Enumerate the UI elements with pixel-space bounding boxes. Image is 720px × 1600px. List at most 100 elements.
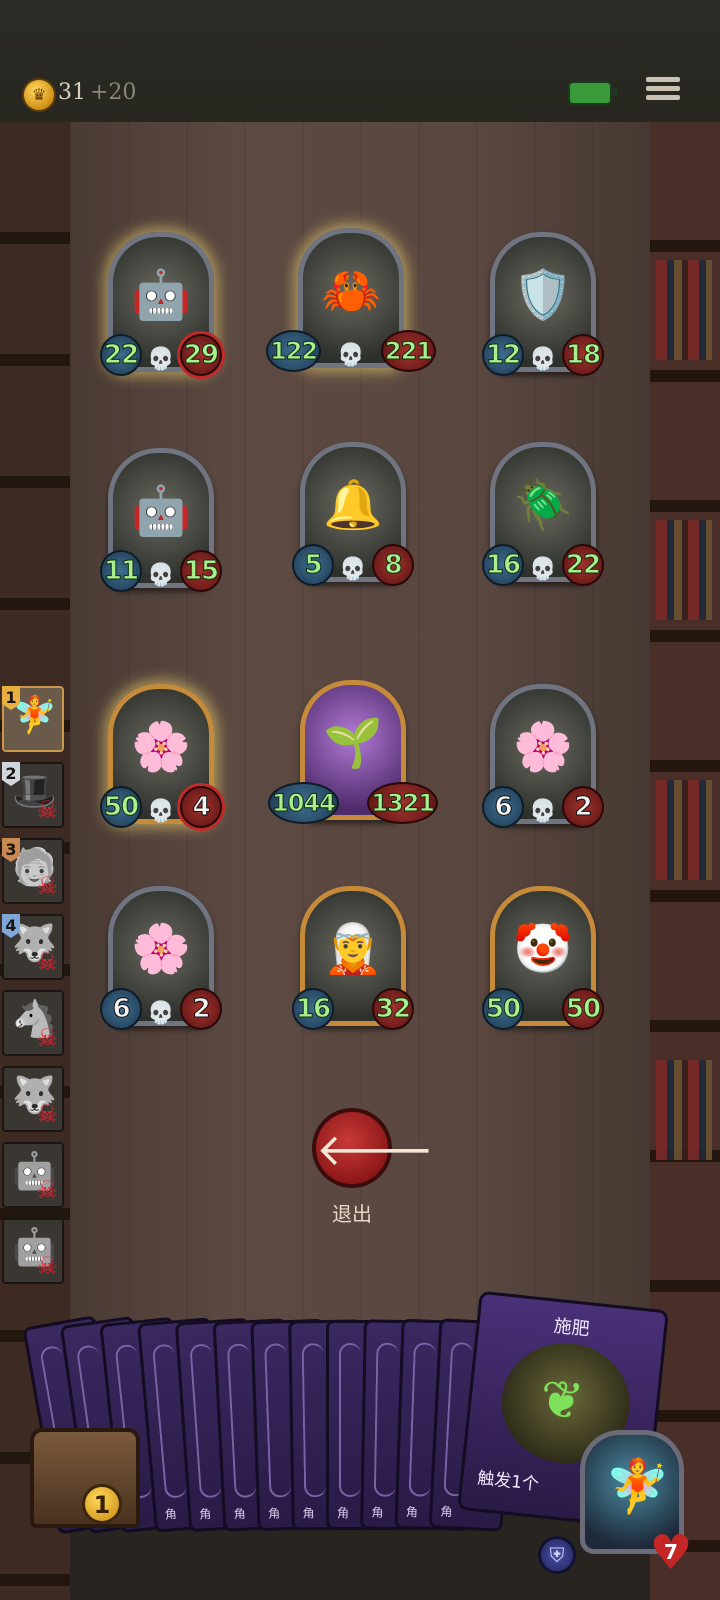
health-stat: 32: [372, 988, 414, 1030]
creature-card[interactable]: 🌱 1044 1321: [268, 680, 438, 830]
card-footer-text: 角: [233, 1506, 247, 1522]
health-stat: 18: [562, 334, 604, 376]
creature-portrait: 🌸: [131, 921, 191, 977]
health-stat: 221: [380, 330, 436, 372]
skull-icon: 💀: [339, 557, 367, 582]
dead-skull-icon: ☠: [36, 1252, 58, 1280]
attack-stat: 16: [292, 988, 334, 1030]
attack-stat: 6: [100, 988, 142, 1030]
creature-card[interactable]: 🌸 6 2 💀: [482, 684, 604, 834]
attack-stat: 22: [100, 334, 142, 376]
creature-portrait: 🌱: [323, 715, 383, 771]
top-bar: ♛ 31 +20: [0, 0, 720, 124]
shield-icon: ⛨: [538, 1536, 576, 1574]
card-footer-text: 角: [302, 1506, 315, 1521]
exit-button[interactable]: 🡐: [312, 1108, 434, 1188]
books-decoration: [656, 1060, 712, 1160]
skull-icon: 💀: [147, 563, 175, 588]
attack-stat: 12: [482, 334, 524, 376]
turn-order-slot[interactable]: 🤖 ☠: [2, 1218, 64, 1284]
attack-stat: 50: [482, 988, 524, 1030]
health-stat: 22: [562, 544, 604, 586]
hero-hp: 7: [664, 1540, 678, 1564]
turn-order-slot[interactable]: 🎩 ☠ 2: [2, 762, 64, 828]
creature-card[interactable]: 🧝 16 32: [292, 886, 414, 1036]
exit-label: 退出: [332, 1202, 372, 1226]
health-stat: 15: [180, 550, 222, 592]
creature-card[interactable]: 🔔 5 8 💀: [292, 442, 414, 592]
books-decoration: [656, 260, 712, 360]
books-decoration: [656, 520, 712, 620]
skull-icon: 💀: [147, 799, 175, 824]
deck-count-badge: 1: [82, 1484, 122, 1524]
card-footer-text: 角: [440, 1504, 453, 1520]
dead-skull-icon: ☠: [36, 796, 58, 824]
turn-order-slot[interactable]: 🐴 ☠: [2, 990, 64, 1056]
creature-card[interactable]: 🪲 16 22 💀: [482, 442, 604, 592]
heart-icon: ♥ 7: [649, 1525, 693, 1581]
coin-bonus: +20: [90, 80, 137, 105]
creature-portrait: 🔔: [323, 477, 383, 533]
card-footer-text: 角: [164, 1506, 178, 1522]
creature-card[interactable]: 🤖 11 15 💀: [100, 448, 222, 598]
health-stat: 50: [562, 988, 604, 1030]
attack-stat: 1044: [268, 782, 339, 824]
turn-order-slot[interactable]: 🐺 ☠ 4: [2, 914, 64, 980]
skull-icon: 💀: [529, 799, 557, 824]
dead-skull-icon: ☠: [36, 1176, 58, 1204]
turn-order-slot[interactable]: 🐺 ☠: [2, 1066, 64, 1132]
creature-portrait: 🧝: [323, 921, 383, 977]
card-title: 施肥: [552, 1315, 591, 1341]
dead-skull-icon: ☠: [36, 948, 58, 976]
health-stat: 29: [180, 334, 222, 376]
card-footer-text: 角: [267, 1506, 281, 1521]
books-decoration: [656, 780, 712, 880]
attack-stat: 5: [292, 544, 334, 586]
card-footer-text: 角: [198, 1506, 212, 1522]
skull-icon: 💀: [147, 347, 175, 372]
health-stat: 8: [372, 544, 414, 586]
turn-order-slot[interactable]: 🤖 ☠: [2, 1142, 64, 1208]
attack-stat: 6: [482, 786, 524, 828]
creature-portrait: 🦀: [321, 263, 381, 319]
creature-portrait: 🪲: [513, 477, 573, 533]
sprout-icon: ❦: [536, 1368, 587, 1433]
creature-card[interactable]: 🤡 50 50: [482, 886, 604, 1036]
health-stat: 2: [562, 786, 604, 828]
turn-order-slot[interactable]: 🧓 ☠ 3: [2, 838, 64, 904]
card-trigger-text: 触发1个: [476, 1468, 540, 1495]
creature-portrait: 🤖: [131, 267, 191, 323]
dead-skull-icon: ☠: [36, 872, 58, 900]
creature-portrait: 🤖: [131, 483, 191, 539]
skull-icon: 💀: [147, 1001, 175, 1026]
creature-portrait: 🌸: [131, 719, 191, 775]
card-footer-text: 角: [337, 1506, 350, 1520]
creature-card[interactable]: 🛡️ 12 18 💀: [482, 232, 604, 382]
attack-stat: 50: [100, 786, 142, 828]
coin-counter: 31 +20: [58, 80, 136, 105]
card-footer-text: 角: [371, 1505, 384, 1520]
health-stat: 4: [180, 786, 222, 828]
turn-order-slot[interactable]: 🧚 1: [2, 686, 64, 752]
health-stat: 2: [180, 988, 222, 1030]
creature-card[interactable]: 🤖 22 29 💀: [100, 232, 222, 382]
health-stat: 1321: [367, 782, 438, 824]
back-arrow-icon: 🡐: [316, 1125, 434, 1176]
creature-portrait: 🛡️: [513, 267, 573, 323]
card-footer-text: 角: [405, 1505, 419, 1520]
hero-face-icon: 🧚: [605, 1457, 670, 1517]
attack-stat: 11: [100, 550, 142, 592]
skull-icon: 💀: [337, 343, 365, 368]
skull-icon: 💀: [529, 557, 557, 582]
battery-icon: [568, 81, 617, 105]
coin-amount: 31: [58, 80, 86, 105]
creature-portrait: 🌸: [513, 719, 573, 775]
creature-card[interactable]: 🦀 122 221 💀: [266, 228, 436, 378]
creature-portrait: 🤡: [513, 921, 573, 977]
menu-button[interactable]: [646, 74, 680, 106]
dead-skull-icon: ☠: [36, 1100, 58, 1128]
creature-card[interactable]: 🌸 50 4 💀: [100, 684, 222, 834]
skull-icon: 💀: [529, 347, 557, 372]
creature-card[interactable]: 🌸 6 2 💀: [100, 886, 222, 1036]
attack-stat: 122: [266, 330, 322, 372]
